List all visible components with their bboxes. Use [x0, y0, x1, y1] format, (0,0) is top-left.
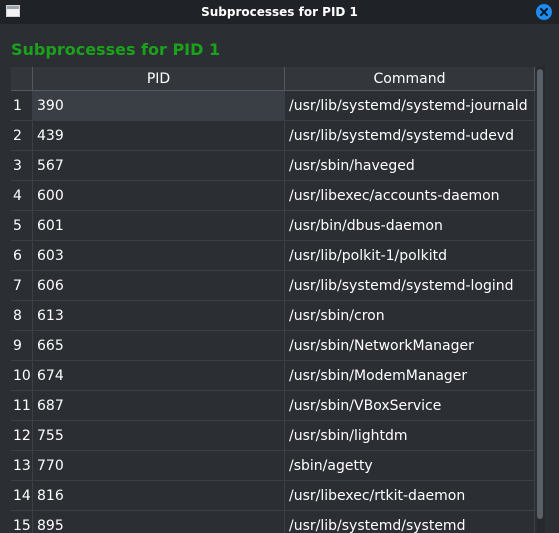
- table-row[interactable]: 2 439/usr/lib/systemd/systemd-udevd: [11, 121, 535, 151]
- row-number[interactable]: 13: [11, 451, 33, 480]
- table-row[interactable]: 3 567/usr/sbin/haveged: [11, 151, 535, 181]
- table-row[interactable]: 5 601/usr/bin/dbus-daemon: [11, 211, 535, 241]
- close-icon: [540, 8, 548, 16]
- table-row[interactable]: 6 603/usr/lib/polkit-1/polkitd: [11, 241, 535, 271]
- command-cell[interactable]: /usr/bin/dbus-daemon: [285, 211, 535, 240]
- page-title: Subprocesses for PID 1: [11, 40, 221, 59]
- pid-cell[interactable]: 603: [33, 241, 285, 270]
- row-number[interactable]: 6: [11, 241, 33, 270]
- pid-cell[interactable]: 606: [33, 271, 285, 300]
- command-cell[interactable]: /usr/lib/systemd/systemd: [285, 511, 535, 533]
- command-cell[interactable]: /usr/sbin/NetworkManager: [285, 331, 535, 360]
- pid-cell[interactable]: 674: [33, 361, 285, 390]
- column-header-command[interactable]: Command: [285, 67, 535, 90]
- table-row[interactable]: 7 606/usr/lib/systemd/systemd-logind: [11, 271, 535, 301]
- pid-cell[interactable]: 600: [33, 181, 285, 210]
- command-cell[interactable]: /usr/sbin/lightdm: [285, 421, 535, 450]
- row-number[interactable]: 2: [11, 121, 33, 150]
- pid-cell[interactable]: 567: [33, 151, 285, 180]
- pid-cell[interactable]: 390: [33, 91, 285, 120]
- command-cell[interactable]: /usr/libexec/rtkit-daemon: [285, 481, 535, 510]
- table-row[interactable]: 11 687/usr/sbin/VBoxService: [11, 391, 535, 421]
- row-number[interactable]: 10: [11, 361, 33, 390]
- row-number[interactable]: 11: [11, 391, 33, 420]
- table-row[interactable]: 13 770/sbin/agetty: [11, 451, 535, 481]
- row-number[interactable]: 1: [11, 91, 33, 120]
- command-cell[interactable]: /usr/libexec/accounts-daemon: [285, 181, 535, 210]
- table-body: 1 390/usr/lib/systemd/systemd-journald 2 43…: [11, 91, 535, 533]
- table-row[interactable]: 8 613/usr/sbin/cron: [11, 301, 535, 331]
- pid-cell[interactable]: 895: [33, 511, 285, 533]
- command-cell[interactable]: /usr/sbin/VBoxService: [285, 391, 535, 420]
- command-cell[interactable]: /sbin/agetty: [285, 451, 535, 480]
- window-title: Subprocesses for PID 1: [201, 5, 358, 19]
- pid-cell[interactable]: 755: [33, 421, 285, 450]
- table-row[interactable]: 1 390/usr/lib/systemd/systemd-journald: [11, 91, 535, 121]
- table-row[interactable]: 15 895/usr/lib/systemd/systemd: [11, 511, 535, 533]
- close-button[interactable]: [536, 4, 552, 20]
- pid-cell[interactable]: 439: [33, 121, 285, 150]
- vertical-scrollbar[interactable]: [537, 67, 545, 533]
- row-number[interactable]: 4: [11, 181, 33, 210]
- row-number[interactable]: 7: [11, 271, 33, 300]
- row-number[interactable]: 12: [11, 421, 33, 450]
- command-cell[interactable]: /usr/lib/polkit-1/polkitd: [285, 241, 535, 270]
- pid-cell[interactable]: 770: [33, 451, 285, 480]
- row-number[interactable]: 14: [11, 481, 33, 510]
- table-row[interactable]: 10 674/usr/sbin/ModemManager: [11, 361, 535, 391]
- row-number[interactable]: 3: [11, 151, 33, 180]
- table-row[interactable]: 12 755/usr/sbin/lightdm: [11, 421, 535, 451]
- command-cell[interactable]: /usr/lib/systemd/systemd-logind: [285, 271, 535, 300]
- subprocess-table[interactable]: PID Command 1 390/usr/lib/systemd/systemd…: [11, 67, 535, 533]
- table-row[interactable]: 9 665/usr/sbin/NetworkManager: [11, 331, 535, 361]
- table-row[interactable]: 4 600/usr/libexec/accounts-daemon: [11, 181, 535, 211]
- pid-cell[interactable]: 687: [33, 391, 285, 420]
- window-icon: [6, 5, 20, 17]
- row-number[interactable]: 9: [11, 331, 33, 360]
- row-number[interactable]: 8: [11, 301, 33, 330]
- header-corner[interactable]: [11, 67, 33, 90]
- command-cell[interactable]: /usr/lib/systemd/systemd-udevd: [285, 121, 535, 150]
- scrollbar-thumb[interactable]: [537, 69, 543, 519]
- command-cell[interactable]: /usr/lib/systemd/systemd-journald: [285, 91, 535, 120]
- pid-cell[interactable]: 613: [33, 301, 285, 330]
- pid-cell[interactable]: 665: [33, 331, 285, 360]
- row-number[interactable]: 5: [11, 211, 33, 240]
- title-bar: Subprocesses for PID 1: [0, 0, 559, 24]
- table-row[interactable]: 14 816/usr/libexec/rtkit-daemon: [11, 481, 535, 511]
- pid-cell[interactable]: 601: [33, 211, 285, 240]
- command-cell[interactable]: /usr/sbin/haveged: [285, 151, 535, 180]
- row-number[interactable]: 15: [11, 511, 33, 533]
- pid-cell[interactable]: 816: [33, 481, 285, 510]
- column-header-pid[interactable]: PID: [33, 67, 285, 90]
- command-cell[interactable]: /usr/sbin/cron: [285, 301, 535, 330]
- table-header: PID Command: [11, 67, 535, 91]
- command-cell[interactable]: /usr/sbin/ModemManager: [285, 361, 535, 390]
